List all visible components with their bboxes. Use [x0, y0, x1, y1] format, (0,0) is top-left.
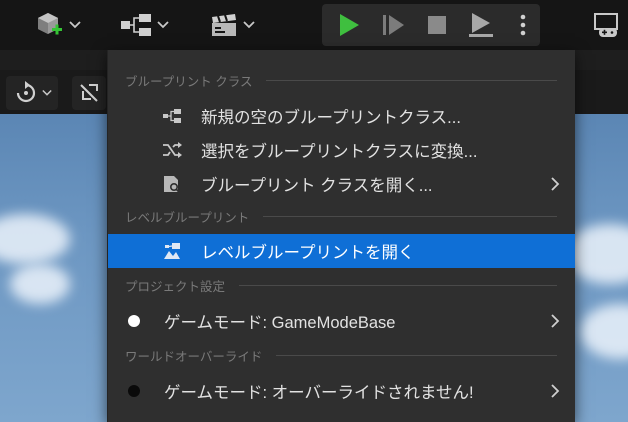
menu-item-new-empty-blueprint-class[interactable]: 新規の空のブループリントクラス... [108, 99, 575, 133]
sky-cloud [580, 304, 628, 359]
section-title: ワールドオーバーライド [125, 349, 263, 364]
white-dot-icon [128, 315, 140, 327]
add-actor-button[interactable] [28, 6, 88, 44]
editor-window: ブループリント クラス 新規の空のブループリントクラス... 選択をブループリン… [0, 0, 628, 422]
section-divider [266, 79, 557, 81]
stop-icon [428, 16, 446, 34]
open-blueprint-class-icon [162, 174, 182, 194]
monitor-gamepad-icon [594, 13, 618, 37]
blueprints-button[interactable] [114, 6, 174, 44]
chevron-down-icon [41, 89, 52, 96]
eject-icon [469, 13, 493, 37]
menu-item-world-game-mode-override[interactable]: ゲームモード: オーバーライドされません! [108, 374, 575, 408]
menu-item-label: ブループリント クラスを開く... [201, 177, 433, 195]
section-header-level-blueprint: レベルブループリント [108, 205, 575, 227]
play-button[interactable] [332, 6, 366, 44]
play-controls [322, 4, 540, 46]
menu-item-project-game-mode[interactable]: ゲームモード: GameModeBase [108, 304, 575, 338]
play-icon [340, 14, 359, 36]
chevron-right-icon [549, 383, 561, 399]
sky-cloud [0, 214, 70, 264]
chevron-down-icon [243, 21, 255, 29]
level-blueprint-icon [162, 241, 182, 261]
section-header-project-settings: プロジェクト設定 [108, 274, 575, 296]
blueprint-graph-icon [121, 14, 151, 36]
section-title: レベルブループリント [125, 210, 250, 225]
section-header-world-override: ワールドオーバーライド [108, 344, 575, 366]
menu-item-label: 選択をブループリントクラスに変換... [201, 143, 478, 161]
chevron-right-icon [549, 176, 561, 192]
advance-frame-button[interactable] [376, 6, 410, 44]
main-toolbar [0, 0, 628, 50]
surface-snap-icon [80, 84, 98, 102]
clapperboard-icon [212, 14, 236, 36]
platforms-button[interactable] [588, 6, 624, 44]
add-actor-icon [38, 13, 62, 35]
menu-item-convert-selection[interactable]: 選択をブループリントクラスに変換... [108, 133, 575, 167]
new-blueprint-class-icon [162, 106, 182, 126]
menu-item-label: 新規の空のブループリントクラス... [201, 109, 461, 127]
chevron-down-icon [69, 21, 81, 29]
blueprints-dropdown-menu: ブループリント クラス 新規の空のブループリントクラス... 選択をブループリン… [107, 50, 575, 422]
cinematics-button[interactable] [202, 6, 262, 44]
section-header-blueprint-class: ブループリント クラス [108, 69, 575, 91]
chevron-right-icon [549, 313, 561, 329]
chevron-down-icon [157, 21, 169, 29]
menu-item-open-blueprint-class[interactable]: ブループリント クラスを開く... [108, 167, 575, 201]
section-divider [239, 284, 557, 286]
menu-item-open-level-blueprint[interactable]: レベルブループリントを開く [108, 234, 575, 268]
menu-item-label: ゲームモード: オーバーライドされません! [164, 384, 474, 402]
section-title: ブループリント クラス [125, 74, 253, 89]
section-title: プロジェクト設定 [125, 279, 226, 294]
menu-item-label: ゲームモード: GameModeBase [164, 314, 396, 332]
convert-selection-icon [162, 140, 182, 160]
step-forward-icon [383, 15, 404, 35]
eject-button[interactable] [462, 6, 500, 44]
play-options-button[interactable] [510, 6, 536, 44]
surface-snapping-button[interactable] [72, 76, 106, 110]
section-divider [276, 354, 557, 356]
transform-mode-button[interactable] [6, 76, 58, 110]
more-vertical-icon [520, 14, 526, 36]
sky-cloud [10, 264, 70, 304]
stop-button[interactable] [420, 6, 454, 44]
black-dot-icon [128, 385, 140, 397]
rotate-icon [16, 81, 35, 103]
section-divider [263, 215, 557, 217]
menu-item-label: レベルブループリントを開く [201, 244, 415, 262]
